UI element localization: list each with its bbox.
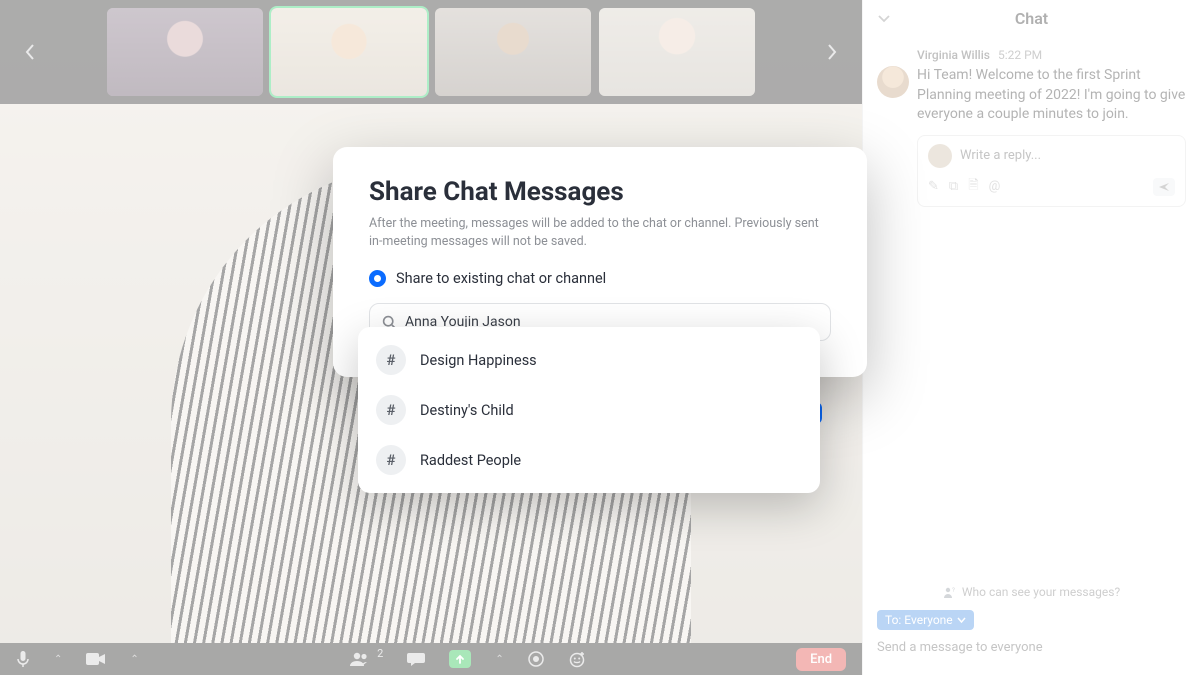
chevron-down-icon [877, 13, 891, 23]
send-icon [1158, 182, 1170, 192]
video-icon [86, 652, 106, 666]
reply-box: ✎ ⧉ 🗎 @ [917, 135, 1186, 207]
mute-button[interactable] [16, 650, 30, 668]
video-menu-caret[interactable]: ⌃ [130, 654, 138, 665]
channel-option[interactable]: # Destiny's Child [358, 385, 820, 435]
chevron-right-icon [826, 43, 838, 61]
share-menu-caret[interactable]: ⌃ [495, 654, 503, 665]
chat-icon [407, 651, 425, 667]
reply-input[interactable] [960, 148, 1175, 163]
channel-option-label: Destiny's Child [420, 402, 514, 419]
chat-footer: ? Who can see your messages? To: Everyon… [863, 575, 1200, 675]
filmstrip-prev[interactable] [16, 35, 44, 69]
hash-icon: # [376, 395, 406, 425]
smile-plus-icon [568, 650, 586, 668]
message-time: 5:22 PM [998, 48, 1042, 62]
mute-menu-caret[interactable]: ⌃ [54, 654, 62, 665]
hash-icon: # [376, 445, 406, 475]
chat-panel: Chat Virginia Willis 5:22 PM Hi Team! We… [862, 0, 1200, 675]
format-icon[interactable]: ✎ [928, 179, 939, 194]
record-icon [528, 651, 544, 667]
participant-thumb[interactable] [599, 8, 755, 96]
participants-icon [349, 651, 371, 667]
participant-filmstrip [0, 0, 862, 104]
chat-header: Chat [863, 0, 1200, 36]
video-button[interactable] [86, 652, 106, 666]
chevron-down-icon [957, 617, 966, 624]
modal-title: Share Chat Messages [369, 177, 831, 207]
participants-button[interactable]: 2 [349, 651, 383, 667]
participant-thumb[interactable] [107, 8, 263, 96]
channel-option[interactable]: # Design Happiness [358, 335, 820, 385]
attach-icon[interactable]: 🗎 [968, 176, 978, 198]
channel-option-label: Raddest People [420, 452, 521, 469]
compose-input[interactable] [877, 636, 1186, 659]
radio-label: Share to existing chat or channel [396, 270, 606, 287]
filmstrip-next[interactable] [818, 35, 846, 69]
chat-button[interactable] [407, 651, 425, 667]
avatar [928, 144, 952, 168]
participant-thumb[interactable] [435, 8, 591, 96]
reactions-button[interactable] [568, 650, 586, 668]
channel-option-label: Design Happiness [420, 352, 537, 369]
who-can-see-link[interactable]: ? Who can see your messages? [877, 585, 1186, 599]
screenshot-icon[interactable]: ⧉ [949, 179, 958, 194]
participants-count: 2 [377, 647, 383, 660]
person-question-icon: ? [943, 586, 956, 599]
mention-icon[interactable]: @ [989, 179, 1001, 194]
recipient-chip[interactable]: To: Everyone [877, 610, 974, 630]
participant-thumb[interactable] [271, 8, 427, 96]
channel-option[interactable]: # Raddest People [358, 435, 820, 485]
share-existing-option[interactable]: Share to existing chat or channel [369, 270, 831, 287]
microphone-icon [16, 650, 30, 668]
message-author: Virginia Willis [917, 48, 990, 62]
message-text: Hi Team! Welcome to the first Sprint Pla… [917, 66, 1186, 125]
share-screen-button[interactable] [449, 650, 471, 668]
record-button[interactable] [528, 651, 544, 667]
chevron-left-icon [24, 43, 36, 61]
hash-icon: # [376, 345, 406, 375]
svg-text:?: ? [952, 587, 955, 594]
share-up-icon [454, 653, 466, 665]
chat-collapse[interactable] [877, 13, 891, 23]
chat-body: Virginia Willis 5:22 PM Hi Team! Welcome… [863, 36, 1200, 575]
avatar [877, 66, 909, 98]
end-meeting-button[interactable]: End [796, 648, 846, 671]
modal-subtitle: After the meeting, messages will be adde… [369, 215, 831, 250]
channel-dropdown: # Design Happiness # Destiny's Child # R… [358, 327, 820, 493]
meeting-toolbar: ⌃ ⌃ 2 ⌃ End [0, 643, 862, 675]
send-reply-button[interactable] [1153, 178, 1175, 196]
radio-selected-icon [369, 270, 386, 287]
chat-title: Chat [1015, 9, 1048, 28]
